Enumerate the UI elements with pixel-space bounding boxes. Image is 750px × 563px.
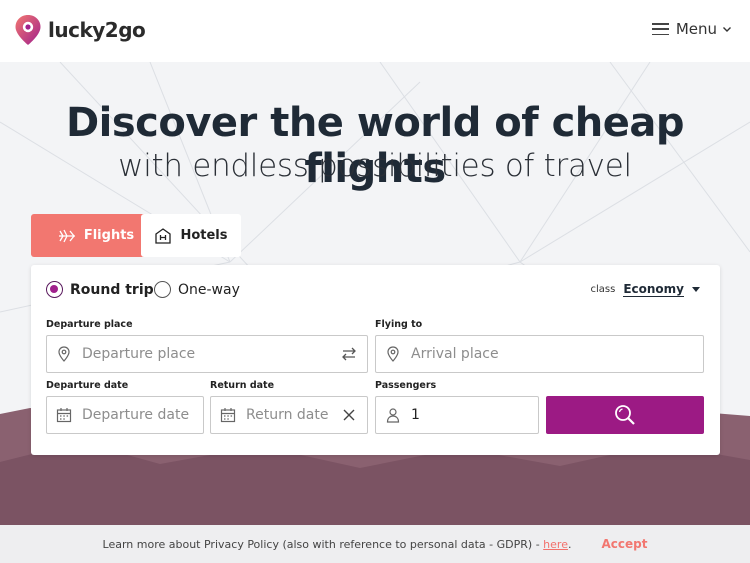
tab-flights-label: Flights: [83, 228, 135, 243]
return-date-field[interactable]: Return date: [210, 396, 368, 434]
site-header: lucky2go Menu: [0, 0, 750, 62]
passengers-input[interactable]: 1: [411, 407, 538, 423]
class-label: class: [590, 284, 616, 295]
privacy-period: .: [567, 537, 572, 551]
radio-dot: [154, 281, 171, 298]
radio-dot: [46, 281, 63, 298]
privacy-bar: Learn more about Privacy Policy (also wi…: [0, 525, 750, 563]
departure-place-label: Departure place: [46, 319, 133, 330]
search-icon: [615, 405, 635, 425]
search-button[interactable]: [546, 396, 704, 434]
flying-to-label: Flying to: [375, 319, 423, 330]
logo-pin-icon: [15, 15, 41, 45]
menu-label: Menu: [675, 20, 717, 38]
accept-button[interactable]: Accept: [601, 537, 647, 551]
return-date-label: Return date: [210, 380, 275, 391]
tab-hotels[interactable]: Hotels: [141, 214, 241, 257]
logo[interactable]: lucky2go: [14, 14, 146, 46]
class-value[interactable]: Economy: [623, 282, 684, 297]
menu-button[interactable]: Menu: [651, 20, 732, 38]
privacy-link[interactable]: here: [543, 538, 568, 551]
person-icon: [386, 408, 400, 423]
plane-icon: [58, 229, 75, 242]
round-trip-label: Round trip: [70, 281, 154, 298]
privacy-text: Learn more about Privacy Policy (also wi…: [102, 537, 540, 551]
location-pin-icon: [58, 346, 70, 362]
hamburger-icon: [651, 23, 669, 35]
departure-place-field[interactable]: Departure place: [46, 335, 368, 373]
calendar-icon: [220, 408, 236, 423]
swap-icon[interactable]: [341, 346, 357, 362]
departure-place-input[interactable]: Departure place: [82, 346, 341, 362]
arrival-place-input[interactable]: Arrival place: [411, 346, 703, 362]
logo-text: lucky2go: [48, 18, 146, 42]
hotel-icon: [155, 227, 172, 244]
round-trip-radio[interactable]: Round trip: [46, 281, 154, 298]
location-pin-icon: [387, 346, 399, 362]
return-date-input[interactable]: Return date: [246, 407, 341, 423]
caret-down-icon: [692, 287, 700, 292]
departure-date-field[interactable]: Departure date: [46, 396, 204, 434]
passengers-label: Passengers: [375, 380, 437, 391]
close-icon[interactable]: [341, 407, 357, 423]
one-way-radio[interactable]: One-way: [154, 281, 240, 298]
tab-hotels-label: Hotels: [180, 228, 228, 243]
chevron-down-icon: [723, 27, 731, 32]
calendar-icon: [56, 408, 72, 423]
arrival-place-field[interactable]: Arrival place: [375, 335, 704, 373]
hero-subline: with endless possibilities of travel: [118, 148, 632, 184]
one-way-label: One-way: [178, 281, 240, 298]
departure-date-input[interactable]: Departure date: [82, 407, 203, 423]
class-selector[interactable]: class Economy: [590, 282, 700, 297]
passengers-field[interactable]: 1: [375, 396, 539, 434]
search-card: Round trip One-way class Economy Departu…: [31, 265, 720, 455]
departure-date-label: Departure date: [46, 380, 129, 391]
